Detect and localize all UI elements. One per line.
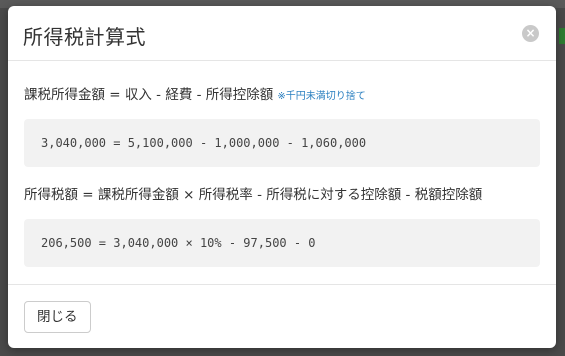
close-button[interactable]: 閉じる	[24, 301, 91, 333]
dialog-title: 所得税計算式	[23, 25, 146, 49]
rounding-note: ※千円未満切り捨て	[277, 91, 366, 102]
dialog-body: 課税所得金額 = 収入 - 経費 - 所得控除額 ※千円未満切り捨て 3,040,…	[8, 83, 556, 267]
dialog-footer: 閉じる	[8, 284, 556, 348]
taxable-income-formula: 課税所得金額 = 収入 - 経費 - 所得控除額 ※千円未満切り捨て	[24, 83, 540, 103]
tax-formula-dialog: 所得税計算式 × 課税所得金額 = 収入 - 経費 - 所得控除額 ※千円未満切り…	[8, 6, 556, 348]
close-icon[interactable]: ×	[522, 25, 539, 42]
income-tax-calculation: 206,500 = 3,040,000 × 10% - 97,500 - 0	[24, 219, 540, 267]
income-tax-formula: 所得税額 = 課税所得金額 × 所得税率 - 所得税に対する控除額 - 税額控除…	[24, 183, 540, 203]
dialog-header: 所得税計算式 ×	[8, 6, 556, 61]
income-tax-formula-text: 所得税額 = 課税所得金額 × 所得税率 - 所得税に対する控除額 - 税額控除…	[24, 187, 483, 203]
backdrop-accent	[559, 28, 565, 44]
taxable-income-formula-text: 課税所得金額 = 収入 - 経費 - 所得控除額	[24, 87, 274, 103]
taxable-income-calculation: 3,040,000 = 5,100,000 - 1,000,000 - 1,06…	[24, 119, 540, 167]
